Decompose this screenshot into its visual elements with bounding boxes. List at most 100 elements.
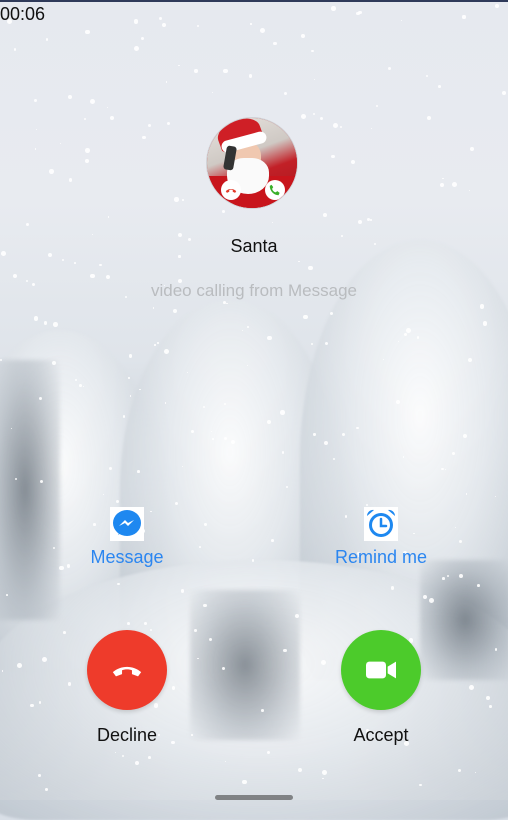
snowflake: [470, 146, 474, 151]
snowflake: [313, 79, 315, 81]
snowflake: [133, 46, 139, 51]
snowflake: [182, 199, 184, 202]
snowflake: [17, 663, 22, 668]
snowflake: [419, 783, 422, 786]
snowflake: [105, 274, 110, 279]
snowflake: [128, 377, 130, 379]
snowflake: [468, 684, 474, 690]
snowflake: [30, 703, 34, 708]
snowflake: [199, 545, 201, 548]
snowflake: [297, 767, 302, 772]
status-time: 00:06: [0, 4, 46, 24]
snowflake: [422, 594, 427, 599]
snowflake: [85, 159, 89, 163]
snowflake: [440, 182, 444, 187]
snowflake: [322, 777, 324, 780]
snowflake: [43, 321, 48, 325]
snowflake: [0, 358, 3, 361]
messenger-icon: [110, 507, 144, 541]
snowflake: [267, 335, 272, 341]
snowflake: [462, 15, 466, 19]
snowflake: [106, 106, 108, 109]
snowflake: [458, 539, 462, 543]
remind-me-action[interactable]: Remind me: [311, 507, 451, 568]
snowflake: [479, 304, 485, 309]
snowflake: [406, 328, 411, 333]
snowflake: [121, 755, 124, 758]
snowflake: [442, 577, 445, 580]
alarm-clock-icon: [364, 507, 398, 541]
snowflake: [52, 360, 57, 365]
snowflake: [294, 613, 299, 618]
caller-name: Santa: [230, 236, 278, 256]
snowflake: [90, 273, 95, 279]
snowflake: [247, 326, 249, 329]
snowflake: [174, 197, 179, 202]
snowflake: [67, 681, 72, 686]
snowflake: [250, 23, 252, 25]
snowflake: [122, 415, 126, 418]
snowflake: [366, 217, 370, 221]
snowflake: [495, 495, 497, 497]
snowflake: [107, 216, 109, 218]
snowflake: [164, 348, 170, 354]
snowflake: [370, 127, 373, 129]
snowflake: [340, 125, 342, 128]
snowflake: [59, 142, 61, 145]
caller-avatar: [207, 118, 297, 208]
snowflake: [442, 177, 444, 180]
snowflake: [271, 538, 274, 542]
snowflake: [74, 261, 76, 264]
snowflake: [260, 28, 266, 33]
snowflake: [84, 148, 90, 153]
snowflake: [89, 99, 95, 104]
snowflake: [61, 259, 64, 262]
phone-hangup-icon: [112, 666, 142, 677]
snowflake: [186, 371, 188, 373]
snowflake: [400, 19, 402, 21]
snowflake: [333, 122, 339, 128]
snowflake: [137, 470, 140, 473]
snowflake: [467, 358, 472, 363]
snowflake: [153, 702, 159, 708]
snowflake: [282, 648, 287, 653]
snowflake: [128, 354, 133, 358]
snowflake: [39, 479, 43, 484]
snowflake: [283, 91, 287, 95]
snowflake: [149, 629, 152, 632]
snowflake: [10, 427, 12, 429]
snowflake: [331, 154, 335, 159]
snowflake: [48, 168, 54, 174]
snowflake: [331, 6, 336, 11]
snowflake: [356, 426, 359, 429]
snowflake: [172, 308, 177, 314]
snowflake: [477, 584, 480, 587]
snowflake: [281, 451, 284, 454]
snowflake: [303, 314, 308, 320]
snowflake: [212, 438, 214, 440]
accept-label: Accept: [353, 725, 409, 745]
snowflake: [26, 222, 30, 226]
snowflake: [190, 429, 194, 433]
message-action[interactable]: Message: [57, 507, 197, 568]
top-edge: [0, 0, 508, 2]
snowflake: [143, 621, 147, 625]
snowflake: [33, 316, 38, 321]
snowflake: [129, 395, 132, 397]
decline-label: Decline: [96, 725, 158, 745]
snowflake: [226, 302, 228, 304]
snowflake: [1, 669, 4, 672]
snowflake: [486, 695, 490, 700]
decline-button[interactable]: [87, 630, 167, 710]
snowflake: [248, 74, 253, 78]
snowflake: [197, 657, 199, 660]
snowflake: [395, 399, 400, 404]
snowflake: [127, 621, 131, 625]
snowflake: [204, 523, 207, 526]
snowflake: [223, 301, 226, 304]
accept-button[interactable]: [341, 630, 421, 710]
snowflake: [313, 433, 316, 436]
snowflake: [438, 85, 441, 89]
snowflake: [147, 756, 151, 760]
snowflake: [38, 774, 41, 778]
